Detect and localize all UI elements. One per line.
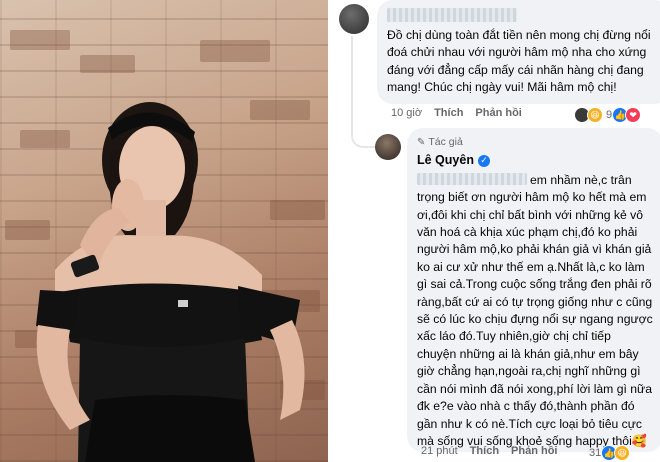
author-badge-label: Tác giả [428, 136, 463, 148]
haha-icon: 😆 [587, 107, 603, 123]
comment-bubble-1: Đồ chị dùng toàn đắt tiền nên mong chị đ… [377, 0, 660, 104]
comment-1-actions: 10 giờ Thích Phản hồi [391, 107, 534, 119]
comment-1-text: Đồ chị dùng toàn đắt tiền nên mong chị đ… [387, 28, 651, 95]
author-name[interactable]: Lê Quyên [417, 152, 474, 169]
post-photo[interactable] [0, 0, 331, 462]
pen-icon: ✎ [417, 137, 426, 148]
comment-2-reactions[interactable]: 31 👍 😆 [586, 445, 631, 461]
comment-2-text: em nhầm nè,c trân trọng biết ơn người hâ… [417, 172, 653, 448]
comment-2-body: em nhầm nè,c trân trọng biết ơn người hâ… [417, 172, 653, 451]
comment-2-reply-button[interactable]: Phản hồi [511, 445, 557, 457]
comment-2-like-button[interactable]: Thích [470, 445, 499, 457]
verified-icon: ✓ [477, 155, 490, 168]
comment-section: Đồ chị dùng toàn đắt tiền nên mong chị đ… [331, 0, 660, 462]
comment-1-like-button[interactable]: Thích [434, 107, 463, 119]
comment-1-reactions[interactable]: 😆 9 👍 ❤ [574, 107, 642, 123]
author-name-row: Lê Quyên ✓ [417, 152, 653, 169]
love-icon: ❤ [625, 107, 642, 123]
redacted-mention [417, 172, 527, 185]
commenter-avatar[interactable] [339, 4, 369, 34]
photo-illustration [5, 30, 325, 462]
comment-2-reaction-count: 31 [589, 447, 602, 459]
comment-1-time[interactable]: 10 giờ [391, 107, 422, 119]
comment-2-actions: 21 phút Thích Phản hồi [421, 445, 570, 457]
thread-connector-curve [351, 118, 375, 148]
haha-icon: 😆 [614, 445, 631, 461]
redacted-commenter-name [387, 8, 517, 22]
author-badge: ✎ Tác giả [417, 134, 653, 151]
comment-2-time[interactable]: 21 phút [421, 445, 458, 457]
author-avatar[interactable] [375, 134, 401, 160]
comment-1-reply-button[interactable]: Phản hồi [475, 107, 521, 119]
comment-bubble-2: ✎ Tác giả Lê Quyên ✓ em nhầm nè,c trân t… [407, 128, 660, 452]
